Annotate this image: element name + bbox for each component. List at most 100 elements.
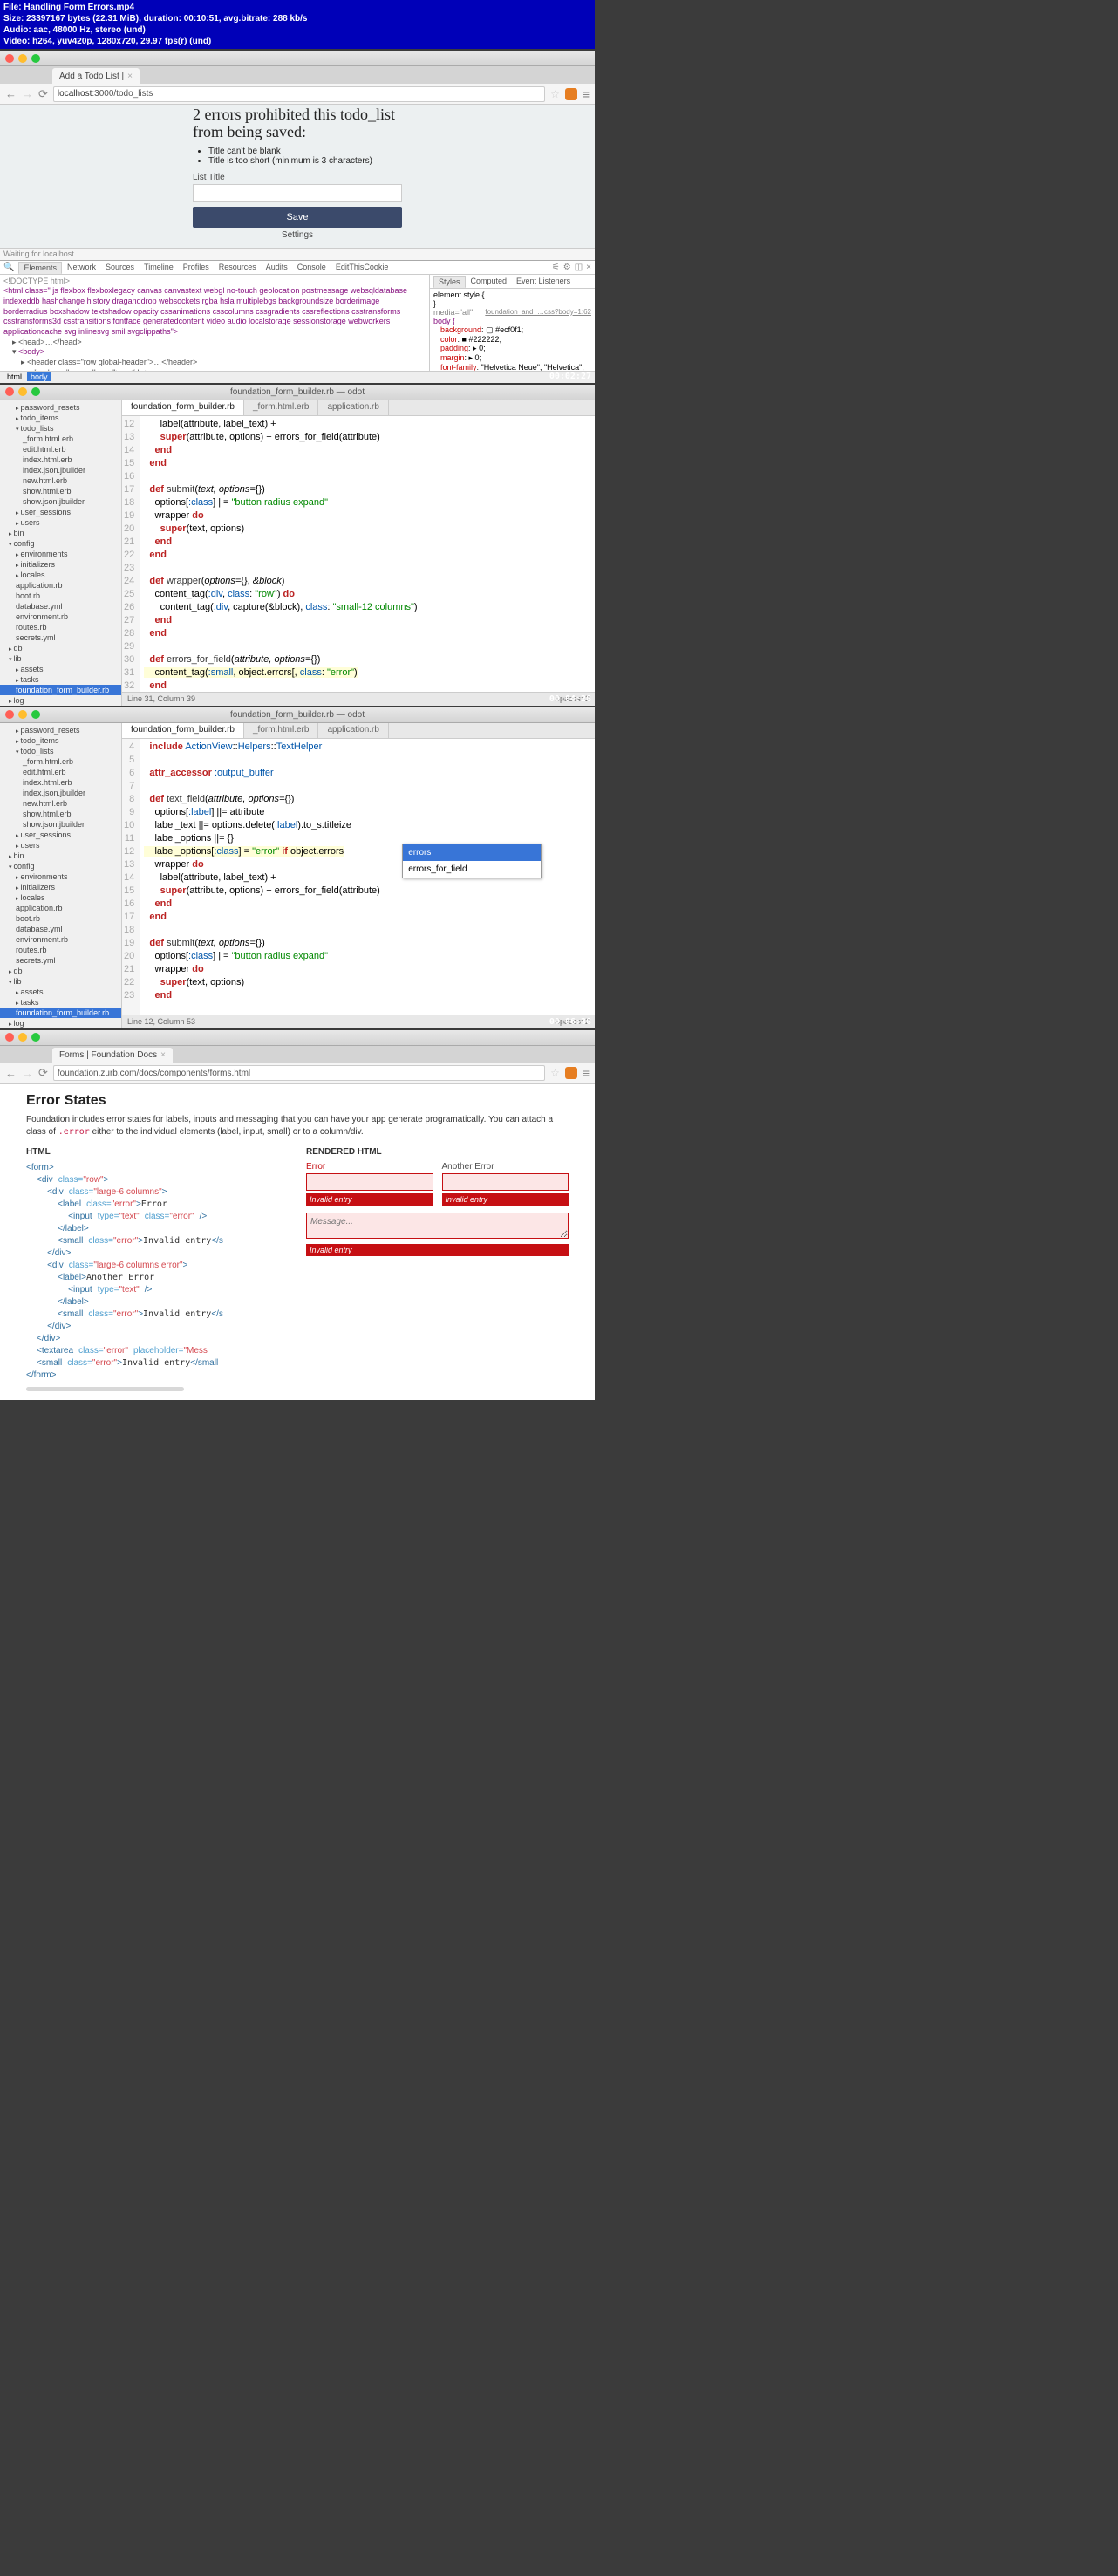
title-input[interactable] [193,184,402,202]
file-tree-item[interactable]: routes.rb [0,945,121,955]
file-tree-item[interactable]: users [0,840,121,851]
error-input[interactable] [442,1173,569,1191]
devtools-tab-console[interactable]: Console [293,262,331,272]
extension-icon[interactable] [565,1067,577,1079]
maximize-dot[interactable] [31,710,40,719]
editor-tab[interactable]: application.rb [318,723,388,738]
file-tree-item[interactable]: application.rb [0,580,121,591]
devtools-close-icon[interactable]: × [586,263,591,272]
file-tree-item[interactable]: application.rb [0,903,121,913]
file-tree-item[interactable]: routes.rb [0,622,121,632]
file-tree-item[interactable]: log [0,1018,121,1028]
forward-button[interactable]: → [22,1067,33,1080]
close-tab-icon[interactable]: × [160,1050,166,1060]
close-dot[interactable] [5,387,14,396]
file-tree-item[interactable]: users [0,517,121,528]
file-tree-item[interactable]: show.json.jbuilder [0,819,121,830]
file-tree-item[interactable]: foundation_form_builder.rb [0,1008,121,1018]
file-tree-item[interactable]: password_resets [0,402,121,413]
file-tree-item[interactable]: environment.rb [0,934,121,945]
file-tree-item[interactable]: index.html.erb [0,454,121,465]
file-tree-item[interactable]: todo_items [0,735,121,746]
file-tree-item[interactable]: lib [0,976,121,987]
editor-tab[interactable]: _form.html.erb [244,723,318,738]
file-tree-item[interactable]: index.json.jbuilder [0,465,121,475]
file-tree-item[interactable]: show.html.erb [0,809,121,819]
file-tree-item[interactable]: todo_lists [0,423,121,434]
file-tree-item[interactable]: boot.rb [0,913,121,924]
devtools-search-icon[interactable]: 🔍 [3,263,14,272]
close-tab-icon[interactable]: × [127,72,133,81]
autocomplete-item[interactable]: errors_for_field [403,861,541,878]
devtools-settings-icon[interactable]: ⚙ [563,263,571,272]
code-editor[interactable]: 1213141516171819202122232425262728293031… [122,416,595,692]
close-dot[interactable] [5,1033,14,1042]
file-tree-item[interactable]: todo_lists [0,746,121,756]
close-dot[interactable] [5,54,14,63]
minimize-dot[interactable] [18,54,27,63]
file-tree-item[interactable]: assets [0,987,121,997]
editor-tab[interactable]: foundation_form_builder.rb [122,723,244,738]
file-tree-item[interactable]: database.yml [0,924,121,934]
url-bar[interactable]: foundation.zurb.com/docs/components/form… [53,1065,545,1081]
file-tree[interactable]: password_resetstodo_itemstodo_lists_form… [0,400,122,706]
file-tree-item[interactable]: secrets.yml [0,632,121,643]
devtools-tab-network[interactable]: Network [63,262,100,272]
editor-tab[interactable]: foundation_form_builder.rb [122,400,244,415]
minimize-dot[interactable] [18,1033,27,1042]
file-tree-item[interactable]: boot.rb [0,591,121,601]
file-tree-item[interactable]: edit.html.erb [0,767,121,777]
devtools-dock-icon[interactable]: ◫ [575,263,583,272]
bc-html[interactable]: html [3,372,25,381]
autocomplete-item[interactable]: errors [403,844,541,861]
file-tree-item[interactable]: environment.rb [0,612,121,622]
file-tree-item[interactable]: db [0,966,121,976]
bc-body[interactable]: body [27,372,51,381]
file-tree-item[interactable]: log [0,695,121,706]
url-bar[interactable]: localhost:3000/todo_lists [53,86,545,102]
settings-link[interactable]: Settings [0,228,595,243]
devtools-tab-profiles[interactable]: Profiles [179,262,214,272]
minimize-dot[interactable] [18,387,27,396]
chrome-menu-icon[interactable]: ≡ [583,1066,590,1080]
editor-tab[interactable]: _form.html.erb [244,400,318,415]
file-tree-item[interactable]: db [0,643,121,653]
back-button[interactable]: ← [5,87,17,100]
styles-panel[interactable]: Styles Computed Event Listeners element.… [429,275,595,371]
message-textarea[interactable] [306,1213,569,1239]
devtools-tab-cookie[interactable]: EditThisCookie [331,262,393,272]
file-tree-item[interactable]: bin [0,851,121,861]
file-tree-item[interactable]: config [0,538,121,549]
file-tree-item[interactable]: show.json.jbuilder [0,496,121,507]
file-tree-item[interactable]: password_resets [0,725,121,735]
file-tree-item[interactable]: index.html.erb [0,777,121,788]
maximize-dot[interactable] [31,1033,40,1042]
file-tree-item[interactable]: edit.html.erb [0,444,121,454]
back-button[interactable]: ← [5,1067,17,1080]
devtools-tab-sources[interactable]: Sources [101,262,139,272]
file-tree-item[interactable]: secrets.yml [0,955,121,966]
file-tree-item[interactable]: locales [0,892,121,903]
autocomplete-popup[interactable]: errorserrors_for_field [402,844,542,878]
file-tree-item[interactable]: show.html.erb [0,486,121,496]
code-editor[interactable]: 4567891011121314151617181920212223 inclu… [122,739,595,1015]
file-tree-item[interactable]: index.json.jbuilder [0,788,121,798]
file-tree-item[interactable]: environments [0,549,121,559]
file-tree-item[interactable]: locales [0,570,121,580]
file-tree-item[interactable]: initializers [0,882,121,892]
file-tree-item[interactable]: new.html.erb [0,475,121,486]
file-tree-item[interactable]: config [0,861,121,871]
file-tree-item[interactable]: foundation_form_builder.rb [0,685,121,695]
chrome-tab[interactable]: Forms | Foundation Docs × [52,1048,173,1063]
scrollbar-handle[interactable] [26,1387,184,1391]
forward-button[interactable]: → [22,87,33,100]
reload-button[interactable]: ⟳ [38,87,48,101]
error-input[interactable] [306,1173,433,1191]
file-tree-item[interactable]: lib [0,653,121,664]
bookmark-icon[interactable]: ☆ [550,88,560,100]
file-tree-item[interactable]: assets [0,664,121,674]
devtools-tab-resources[interactable]: Resources [215,262,261,272]
file-tree-item[interactable]: tasks [0,997,121,1008]
devtools-tab-audits[interactable]: Audits [262,262,292,272]
save-button[interactable]: Save [193,207,402,228]
